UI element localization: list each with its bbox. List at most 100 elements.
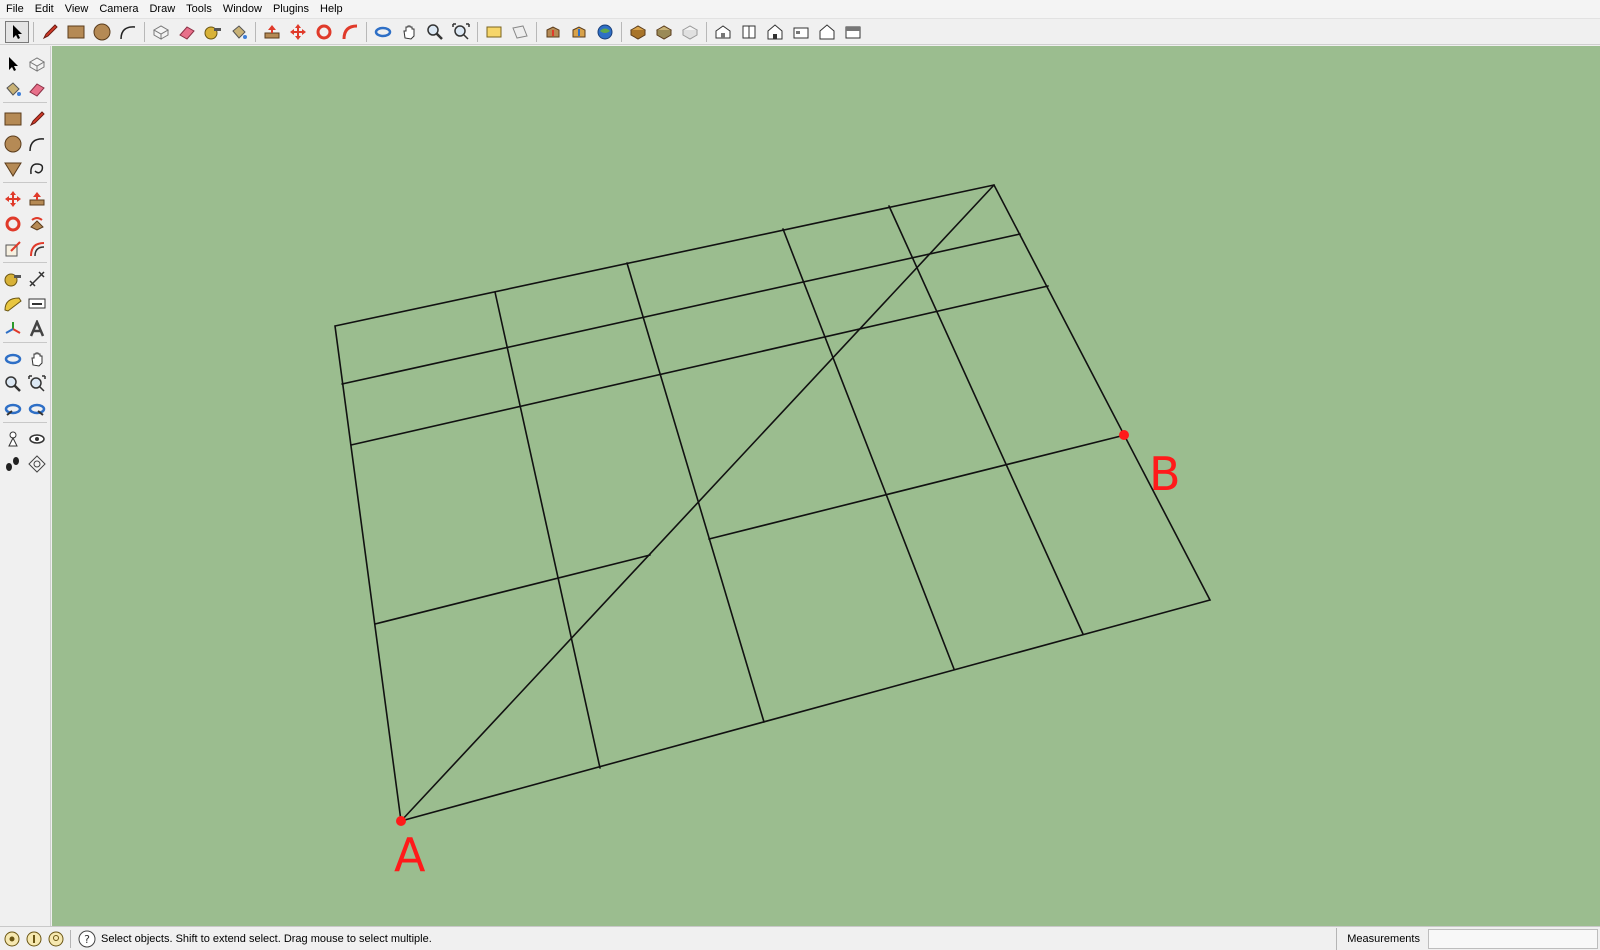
position-camera-icon[interactable] [1, 427, 25, 451]
make-component-icon[interactable] [25, 52, 49, 76]
toolbar-separator [706, 21, 707, 42]
menu-camera[interactable]: Camera [93, 0, 143, 18]
toolbar-separator [477, 21, 478, 42]
scale-icon[interactable] [1, 237, 25, 261]
zoom-icon[interactable] [423, 21, 447, 43]
model-drawing[interactable] [52, 46, 1600, 926]
toolbar-separator [255, 21, 256, 42]
geo-location-icon[interactable] [2, 929, 22, 949]
next-view-icon[interactable] [508, 21, 532, 43]
menu-tools[interactable]: Tools [180, 0, 217, 18]
freehand-icon[interactable] [25, 157, 49, 181]
left-view-icon[interactable] [841, 21, 865, 43]
menu-help[interactable]: Help [314, 0, 348, 18]
menu-file[interactable]: File [0, 0, 29, 18]
grid-line [708, 434, 1126, 540]
grid-line [888, 205, 1084, 635]
measurements-field[interactable] [1428, 928, 1598, 949]
materials-icon[interactable] [652, 21, 676, 43]
next-icon[interactable] [25, 397, 49, 421]
paint-bucket-icon[interactable] [1, 77, 25, 101]
grid-line [350, 285, 1049, 446]
point-b-marker [1119, 430, 1129, 440]
get-models-icon[interactable] [541, 21, 565, 43]
rotate-icon[interactable] [312, 21, 336, 43]
push-pull-icon[interactable] [25, 187, 49, 211]
menu-draw[interactable]: Draw [143, 0, 180, 18]
push-pull-icon[interactable] [260, 21, 284, 43]
previous-view-icon[interactable] [482, 21, 506, 43]
arc-icon[interactable] [116, 21, 140, 43]
menu-window[interactable]: Window [217, 0, 267, 18]
text-icon[interactable] [25, 292, 49, 316]
section-plane-icon[interactable] [25, 452, 49, 476]
pan-icon[interactable] [397, 21, 421, 43]
pencil-icon[interactable] [25, 107, 49, 131]
walk-icon[interactable] [1, 452, 25, 476]
tape-measure-icon[interactable] [1, 267, 25, 291]
grid-line [782, 228, 955, 670]
polygon-icon[interactable] [1, 157, 25, 181]
offset-icon[interactable] [25, 237, 49, 261]
toolbar-separator [536, 21, 537, 42]
follow-me-icon[interactable] [25, 212, 49, 236]
menu-view[interactable]: View [59, 0, 94, 18]
circle-icon[interactable] [1, 132, 25, 156]
back-view-icon[interactable] [815, 21, 839, 43]
rectangle-icon[interactable] [1, 107, 25, 131]
drawing-viewport[interactable]: A B [52, 46, 1600, 926]
rotate-icon[interactable] [1, 212, 25, 236]
eraser-icon[interactable] [175, 21, 199, 43]
pencil-icon[interactable] [38, 21, 62, 43]
diagonal-line [400, 184, 995, 822]
look-around-icon[interactable] [25, 427, 49, 451]
eraser-icon[interactable] [25, 77, 49, 101]
move-icon[interactable] [1, 187, 25, 211]
credits-icon[interactable] [24, 929, 44, 949]
menu-plugins[interactable]: Plugins [267, 0, 314, 18]
select-icon[interactable] [5, 20, 29, 43]
user-icon[interactable] [46, 929, 66, 949]
zoom-extents-icon[interactable] [449, 21, 473, 43]
toolbar-separator [621, 21, 622, 42]
share-model-icon[interactable] [567, 21, 591, 43]
menu-edit[interactable]: Edit [29, 0, 59, 18]
move-icon[interactable] [286, 21, 310, 43]
toolbar-separator [144, 21, 145, 42]
orbit-icon[interactable] [371, 21, 395, 43]
rectangle-icon[interactable] [64, 21, 88, 43]
select-icon[interactable] [1, 52, 25, 76]
protractor-icon[interactable] [1, 292, 25, 316]
arc-icon[interactable] [25, 132, 49, 156]
point-a-marker [396, 816, 406, 826]
orbit-icon[interactable] [1, 347, 25, 371]
front-view-icon[interactable] [763, 21, 787, 43]
tape-measure-icon[interactable] [201, 21, 225, 43]
left-toolbar [0, 46, 51, 926]
grid-outline [334, 184, 1212, 823]
right-view-icon[interactable] [789, 21, 813, 43]
zoom-window-icon[interactable] [25, 372, 49, 396]
paint-bucket-icon[interactable] [227, 21, 251, 43]
help-icon[interactable]: ? [77, 929, 97, 949]
circle-icon[interactable] [90, 21, 114, 43]
make-component-icon[interactable] [149, 21, 173, 43]
pan-icon[interactable] [25, 347, 49, 371]
zoom-icon[interactable] [1, 372, 25, 396]
follow-me-icon[interactable] [338, 21, 362, 43]
grid-line [341, 233, 1021, 385]
svg-text:?: ? [84, 933, 90, 946]
google-earth-icon[interactable] [593, 21, 617, 43]
dimension-icon[interactable] [25, 267, 49, 291]
3d-text-icon[interactable] [25, 317, 49, 341]
components-icon[interactable] [626, 21, 650, 43]
previous-icon[interactable] [1, 397, 25, 421]
status-separator [70, 929, 71, 948]
point-b-label: B [1149, 447, 1181, 501]
iso-view-icon[interactable] [711, 21, 735, 43]
top-view-icon[interactable] [737, 21, 761, 43]
main-toolbar [0, 19, 1600, 45]
axes-icon[interactable] [1, 317, 25, 341]
status-hint: Select objects. Shift to extend select. … [101, 932, 432, 945]
styles-icon[interactable] [678, 21, 702, 43]
